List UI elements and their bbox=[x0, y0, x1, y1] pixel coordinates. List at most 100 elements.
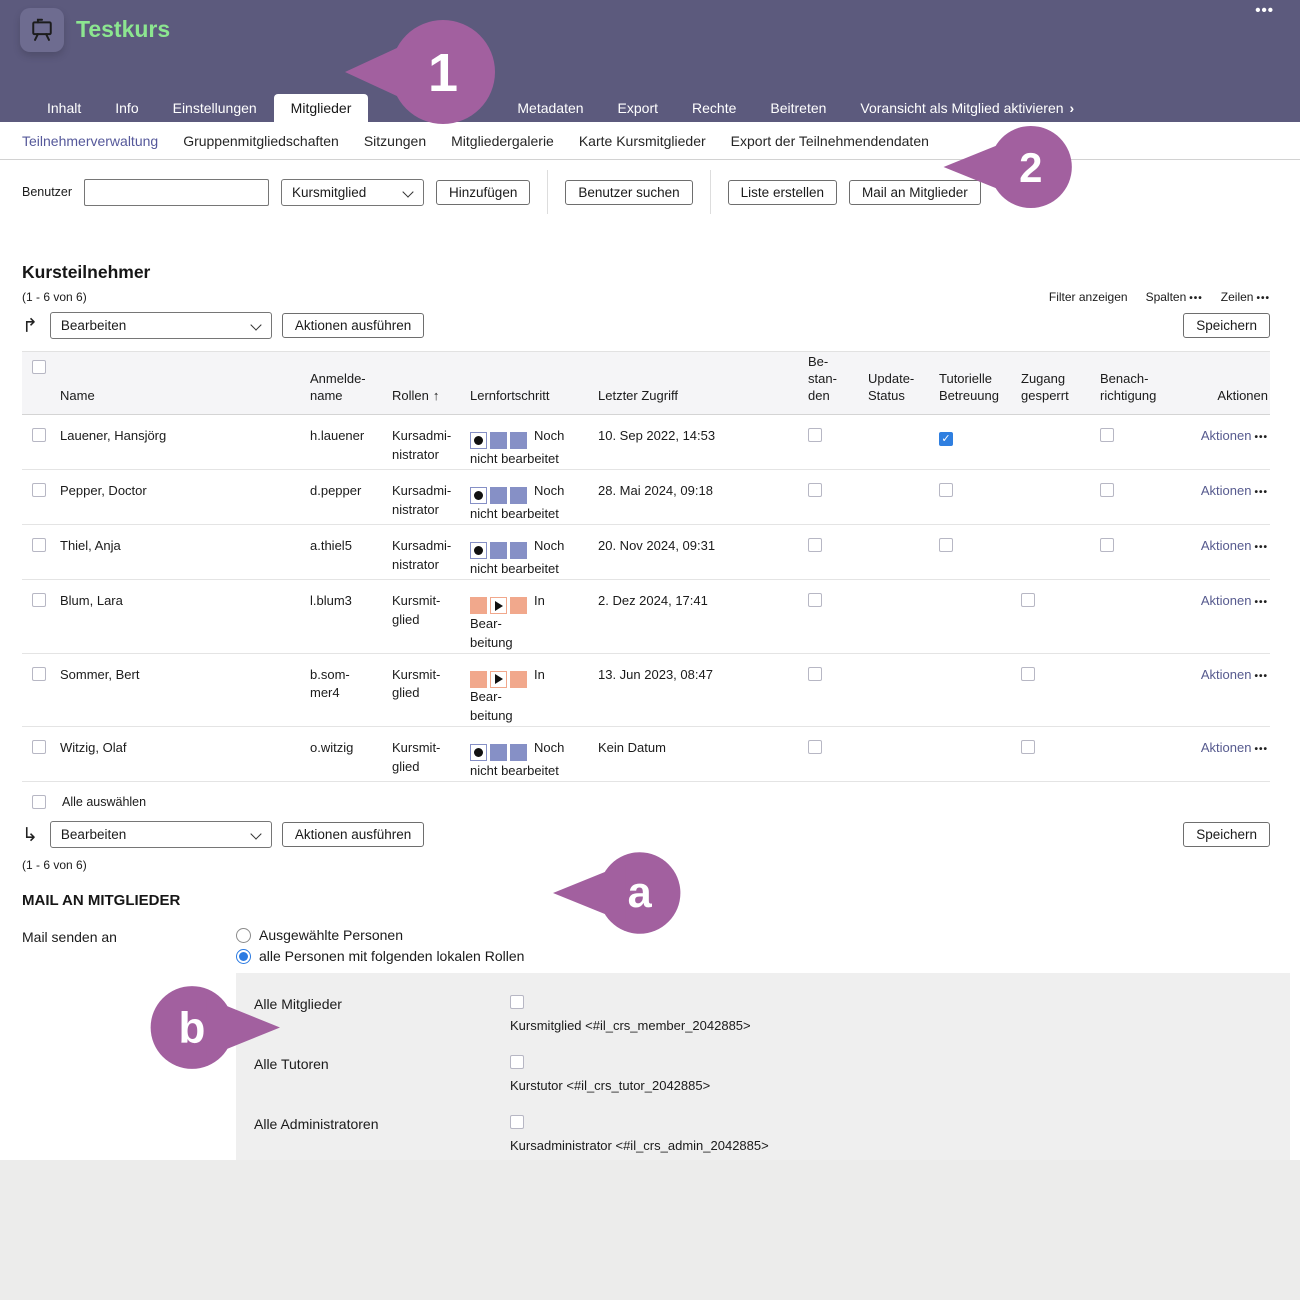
tutorielle-betreuung-checkbox[interactable] bbox=[939, 432, 953, 446]
tab-einstellungen[interactable]: Einstellungen bbox=[156, 94, 274, 122]
liste-erstellen-button[interactable]: Liste erstellen bbox=[728, 180, 837, 205]
benachrichtigung-checkbox[interactable] bbox=[1100, 483, 1114, 497]
col-anmeldename[interactable]: Anmelde- name bbox=[306, 371, 380, 414]
cell-role: Kursadmi- nistrator bbox=[380, 525, 458, 579]
cell-login: l.blum3 bbox=[306, 580, 380, 653]
subtab-export-teilnehmendendaten[interactable]: Export der Teilnehmendendaten bbox=[731, 133, 929, 149]
row-select-checkbox[interactable] bbox=[32, 667, 46, 681]
zugang-gesperrt-checkbox[interactable] bbox=[1021, 667, 1035, 681]
col-name[interactable]: Name bbox=[58, 388, 306, 414]
cell-last-access: 10. Sep 2022, 14:53 bbox=[586, 415, 794, 469]
col-lernfortschritt[interactable]: Lernfortschritt bbox=[458, 388, 586, 414]
row-actions[interactable]: Aktionen••• bbox=[1184, 525, 1270, 579]
radio-lokale-rollen[interactable] bbox=[236, 949, 251, 964]
bestanden-checkbox[interactable] bbox=[808, 740, 822, 754]
bestanden-checkbox[interactable] bbox=[808, 667, 822, 681]
cell-name: Thiel, Anja bbox=[58, 525, 306, 579]
cell-role: Kursmit- glied bbox=[380, 580, 458, 653]
zugang-gesperrt-checkbox[interactable] bbox=[1021, 593, 1035, 607]
speichern-button-bottom[interactable]: Speichern bbox=[1183, 822, 1270, 847]
col-bestanden[interactable]: Be- stan- den bbox=[794, 354, 856, 414]
tutorielle-betreuung-checkbox[interactable] bbox=[939, 483, 953, 497]
benachrichtigung-checkbox[interactable] bbox=[1100, 428, 1114, 442]
subtab-mitgliedergalerie[interactable]: Mitgliedergalerie bbox=[451, 133, 554, 149]
tab-rechte[interactable]: Rechte bbox=[675, 94, 753, 122]
option-lokale-rollen[interactable]: alle Personen mit folgenden lokalen Roll… bbox=[236, 948, 1290, 964]
cell-progress: Noch nicht bearbeitet bbox=[458, 525, 586, 579]
callout-1: 1 bbox=[345, 12, 495, 132]
select-all-checkbox[interactable] bbox=[32, 360, 46, 374]
col-update-status[interactable]: Update- Status bbox=[856, 371, 926, 414]
table-row: Pepper, Doctor d.pepper Kursadmi- nistra… bbox=[22, 470, 1270, 525]
course-icon-tile[interactable] bbox=[20, 8, 64, 52]
row-actions[interactable]: Aktionen••• bbox=[1184, 415, 1270, 469]
row-actions[interactable]: Aktionen••• bbox=[1184, 727, 1270, 781]
subtab-sitzungen[interactable]: Sitzungen bbox=[364, 133, 426, 149]
subtab-karte-kursmitglieder[interactable]: Karte Kursmitglieder bbox=[579, 133, 706, 149]
cell-progress: Noch nicht bearbeitet bbox=[458, 470, 586, 524]
bestanden-checkbox[interactable] bbox=[808, 483, 822, 497]
benutzer-input[interactable] bbox=[84, 179, 269, 206]
benutzer-suchen-button[interactable]: Benutzer suchen bbox=[565, 180, 692, 205]
col-rollen[interactable]: Rollen↑ bbox=[380, 388, 458, 414]
row-select-checkbox[interactable] bbox=[32, 428, 46, 442]
role-select[interactable]: Kursmitglied bbox=[281, 179, 424, 206]
cell-last-access: 20. Nov 2024, 09:31 bbox=[586, 525, 794, 579]
row-select-checkbox[interactable] bbox=[32, 593, 46, 607]
filter-anzeigen-link[interactable]: Filter anzeigen bbox=[1049, 290, 1128, 304]
subtab-teilnehmerverwaltung[interactable]: Teilnehmerverwaltung bbox=[22, 133, 158, 149]
mail-recipient-options: Ausgewählte Personen alle Personen mit f… bbox=[236, 927, 1290, 969]
main-tab-bar: Inhalt Info Einstellungen Mitglieder Met… bbox=[0, 94, 1300, 122]
bulk-action-select-top[interactable]: Bearbeiten bbox=[50, 312, 272, 339]
speichern-button-top[interactable]: Speichern bbox=[1183, 313, 1270, 338]
callout-a: a bbox=[553, 845, 683, 941]
row-select-checkbox[interactable] bbox=[32, 538, 46, 552]
progress-icon-in-progress bbox=[470, 596, 530, 615]
col-benachrichtigung[interactable]: Benach- richtigung bbox=[1088, 371, 1184, 414]
row-actions[interactable]: Aktionen••• bbox=[1184, 580, 1270, 653]
subtab-gruppenmitgliedschaften[interactable]: Gruppenmitgliedschaften bbox=[183, 133, 339, 149]
zugang-gesperrt-checkbox[interactable] bbox=[1021, 740, 1035, 754]
col-tutorielle-betreuung[interactable]: Tutorielle Betreuung bbox=[926, 371, 1008, 414]
row-actions[interactable]: Aktionen••• bbox=[1184, 470, 1270, 524]
col-letzter-zugriff[interactable]: Letzter Zugriff bbox=[586, 388, 794, 414]
bulk-toolbar-top: ↱ Bearbeiten Aktionen ausführen Speicher… bbox=[22, 312, 1270, 339]
bestanden-checkbox[interactable] bbox=[808, 538, 822, 552]
participants-table: Name Anmelde- name Rollen↑ Lernfortschri… bbox=[22, 351, 1270, 782]
alle-auswaehlen-checkbox[interactable] bbox=[32, 795, 46, 809]
col-zugang-gesperrt[interactable]: Zugang gesperrt bbox=[1008, 371, 1088, 414]
tab-info[interactable]: Info bbox=[98, 94, 155, 122]
aktionen-ausfuehren-button-top[interactable]: Aktionen ausführen bbox=[282, 313, 424, 338]
cell-last-access: Kein Datum bbox=[586, 727, 794, 781]
radio-ausgewaehlte-personen[interactable] bbox=[236, 928, 251, 943]
benachrichtigung-checkbox[interactable] bbox=[1100, 538, 1114, 552]
bestanden-checkbox[interactable] bbox=[808, 593, 822, 607]
sort-ascending-icon: ↑ bbox=[433, 388, 440, 403]
col-aktionen[interactable]: Aktionen bbox=[1184, 388, 1270, 414]
role-row-mitglieder: Alle Mitglieder Kursmitglied <#il_crs_me… bbox=[236, 983, 1290, 1043]
cell-login: o.witzig bbox=[306, 727, 380, 781]
alle-mitglieder-checkbox[interactable] bbox=[510, 995, 524, 1009]
tab-beitreten[interactable]: Beitreten bbox=[753, 94, 843, 122]
aktionen-ausfuehren-button-bottom[interactable]: Aktionen ausführen bbox=[282, 822, 424, 847]
bulk-action-select-bottom[interactable]: Bearbeiten bbox=[50, 821, 272, 848]
tutorielle-betreuung-checkbox[interactable] bbox=[939, 538, 953, 552]
option-ausgewaehlte-personen[interactable]: Ausgewählte Personen bbox=[236, 927, 1290, 943]
alle-tutoren-checkbox[interactable] bbox=[510, 1055, 524, 1069]
result-count: (1 - 6 von 6) bbox=[22, 290, 87, 304]
spalten-link[interactable]: Spalten••• bbox=[1146, 290, 1203, 304]
tab-metadaten[interactable]: Metadaten bbox=[500, 94, 600, 122]
tab-export[interactable]: Export bbox=[601, 94, 675, 122]
hinzufuegen-button[interactable]: Hinzufügen bbox=[436, 180, 530, 205]
header-more-icon[interactable]: ••• bbox=[1255, 2, 1274, 19]
bestanden-checkbox[interactable] bbox=[808, 428, 822, 442]
tab-inhalt[interactable]: Inhalt bbox=[30, 94, 98, 122]
svg-text:a: a bbox=[628, 869, 653, 917]
row-actions[interactable]: Aktionen••• bbox=[1184, 654, 1270, 727]
tab-voransicht[interactable]: Voransicht als Mitglied aktivieren› bbox=[843, 94, 1091, 122]
alle-administratoren-checkbox[interactable] bbox=[510, 1115, 524, 1129]
row-select-checkbox[interactable] bbox=[32, 483, 46, 497]
row-select-checkbox[interactable] bbox=[32, 740, 46, 754]
zeilen-link[interactable]: Zeilen••• bbox=[1221, 290, 1270, 304]
cell-progress: Noch nicht bearbeitet bbox=[458, 415, 586, 469]
